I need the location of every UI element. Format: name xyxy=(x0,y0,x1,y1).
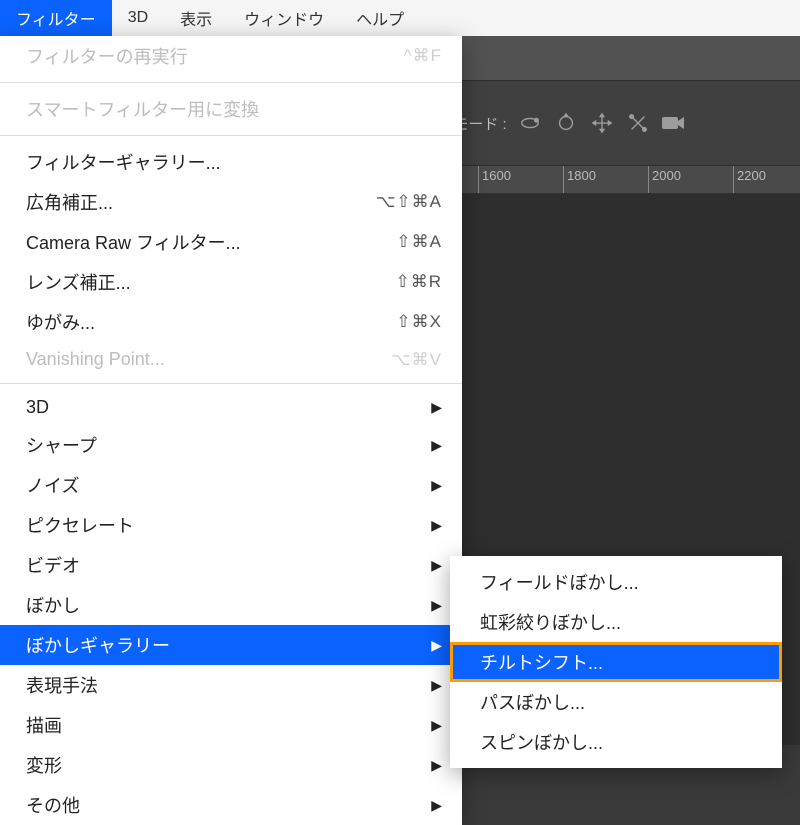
filter-dropdown: フィルターの再実行 ^⌘F スマートフィルター用に変換 フィルターギャラリー..… xyxy=(0,36,462,825)
menu-item-blur-gallery[interactable]: ぼかしギャラリー ▶ xyxy=(0,625,462,665)
menu-item-pixelate[interactable]: ピクセレート ▶ xyxy=(0,505,462,545)
submenu-item-spin-blur[interactable]: スピンぼかし... xyxy=(450,722,782,762)
submenu-arrow-icon: ▶ xyxy=(431,597,442,614)
menu-view[interactable]: 表示 xyxy=(164,0,228,36)
submenu-arrow-icon: ▶ xyxy=(431,517,442,534)
menu-item-label: ぼかしギャラリー xyxy=(26,632,170,658)
menu-item-label: フィルターの再実行 xyxy=(26,43,188,69)
menu-item-camera-raw[interactable]: Camera Raw フィルター... ⇧⌘A xyxy=(0,222,462,262)
menu-window[interactable]: ウィンドウ xyxy=(228,0,340,36)
menu-item-label: 表現手法 xyxy=(26,672,98,698)
submenu-arrow-icon: ▶ xyxy=(431,477,442,494)
menu-separator xyxy=(0,82,462,83)
menu-item-label: その他 xyxy=(26,792,80,818)
shortcut-label: ⌥⇧⌘A xyxy=(376,192,442,212)
menubar: フィルター 3D 表示 ウィンドウ ヘルプ xyxy=(0,0,800,36)
menu-item-label: ぼかし xyxy=(26,592,80,618)
submenu-arrow-icon: ▶ xyxy=(431,399,442,416)
menu-item-wide-angle[interactable]: 広角補正... ⌥⇧⌘A xyxy=(0,182,462,222)
menu-filter[interactable]: フィルター xyxy=(0,0,112,36)
menu-item-sharpen[interactable]: シャープ ▶ xyxy=(0,425,462,465)
menu-3d[interactable]: 3D xyxy=(112,0,164,36)
menu-item-label: 変形 xyxy=(26,752,62,778)
menu-item-label: 3D xyxy=(26,397,49,418)
blur-gallery-submenu: フィールドぼかし... 虹彩絞りぼかし... チルトシフト... パスぼかし..… xyxy=(450,556,782,768)
menu-item-label: ゆがみ... xyxy=(26,309,95,335)
ruler-tick-label: 2200 xyxy=(737,168,766,183)
ruler-tick-label: 2000 xyxy=(652,168,681,183)
menu-item-label: シャープ xyxy=(26,432,97,458)
menu-item-3d[interactable]: 3D ▶ xyxy=(0,390,462,425)
shortcut-label: ⇧⌘A xyxy=(396,232,442,252)
menu-item-rerun-filter: フィルターの再実行 ^⌘F xyxy=(0,36,462,76)
menu-item-lens-correction[interactable]: レンズ補正... ⇧⌘R xyxy=(0,262,462,302)
menu-item-stylize[interactable]: 表現手法 ▶ xyxy=(0,665,462,705)
submenu-arrow-icon: ▶ xyxy=(431,717,442,734)
submenu-item-iris-blur[interactable]: 虹彩絞りぼかし... xyxy=(450,602,782,642)
menu-item-label: ビデオ xyxy=(26,552,80,578)
menu-item-other[interactable]: その他 ▶ xyxy=(0,785,462,825)
menu-item-label: フィルターギャラリー... xyxy=(26,149,221,175)
menu-separator xyxy=(0,135,462,136)
menu-item-label: スマートフィルター用に変換 xyxy=(26,96,259,122)
submenu-arrow-icon: ▶ xyxy=(431,557,442,574)
submenu-item-path-blur[interactable]: パスぼかし... xyxy=(450,682,782,722)
rotate-icon[interactable] xyxy=(553,110,579,136)
shortcut-label: ⇧⌘R xyxy=(395,272,442,292)
ruler-tick-label: 1800 xyxy=(567,168,596,183)
menu-separator xyxy=(0,383,462,384)
menu-item-vanishing-point: Vanishing Point... ⌥⌘V xyxy=(0,342,462,377)
menu-item-label: ノイズ xyxy=(26,472,79,498)
submenu-arrow-icon: ▶ xyxy=(431,797,442,814)
submenu-item-field-blur[interactable]: フィールドぼかし... xyxy=(450,562,782,602)
submenu-arrow-icon: ▶ xyxy=(431,437,442,454)
shortcut-label: ⇧⌘X xyxy=(396,312,442,332)
move-icon[interactable] xyxy=(589,110,615,136)
submenu-arrow-icon: ▶ xyxy=(431,637,442,654)
menu-item-label: レンズ補正... xyxy=(26,269,131,295)
submenu-arrow-icon: ▶ xyxy=(431,757,442,774)
submenu-arrow-icon: ▶ xyxy=(431,677,442,694)
menu-item-liquify[interactable]: ゆがみ... ⇧⌘X xyxy=(0,302,462,342)
shortcut-label: ⌥⌘V xyxy=(391,350,442,370)
shortcut-label: ^⌘F xyxy=(404,46,442,66)
menu-item-render[interactable]: 描画 ▶ xyxy=(0,705,462,745)
menu-item-label: ピクセレート xyxy=(26,512,134,538)
menu-item-blur[interactable]: ぼかし ▶ xyxy=(0,585,462,625)
menu-item-distort[interactable]: 変形 ▶ xyxy=(0,745,462,785)
scale-icon[interactable] xyxy=(625,110,651,136)
menu-item-label: Camera Raw フィルター... xyxy=(26,229,241,255)
submenu-item-tilt-shift[interactable]: チルトシフト... xyxy=(450,642,782,682)
menu-item-noise[interactable]: ノイズ ▶ xyxy=(0,465,462,505)
menu-item-filter-gallery[interactable]: フィルターギャラリー... xyxy=(0,142,462,182)
orbit-icon[interactable] xyxy=(517,110,543,136)
menu-item-label: Vanishing Point... xyxy=(26,349,165,370)
camera-icon[interactable] xyxy=(661,110,687,136)
ruler-tick-label: 1600 xyxy=(482,168,511,183)
menu-help[interactable]: ヘルプ xyxy=(340,0,420,36)
menu-item-video[interactable]: ビデオ ▶ xyxy=(0,545,462,585)
menu-item-label: 広角補正... xyxy=(26,189,113,215)
menu-item-convert-smart: スマートフィルター用に変換 xyxy=(0,89,462,129)
menu-item-label: 描画 xyxy=(26,712,62,738)
